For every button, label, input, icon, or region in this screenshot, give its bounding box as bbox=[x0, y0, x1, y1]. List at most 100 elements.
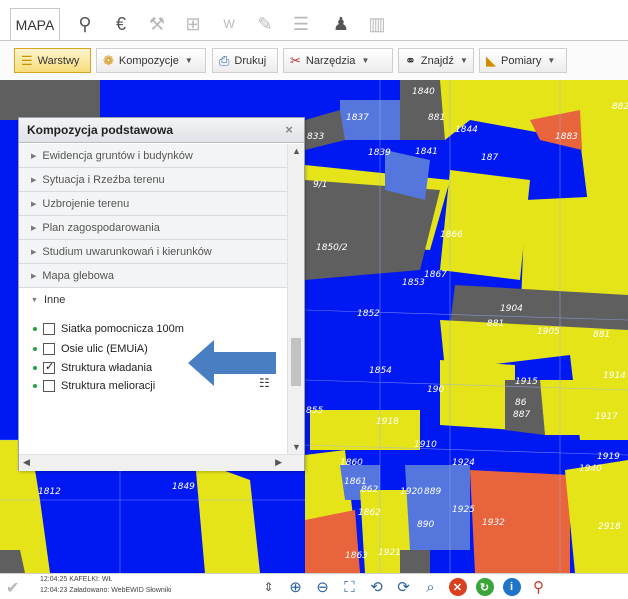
triangle-right-icon: ▶ bbox=[31, 248, 37, 256]
layer-group-uzbrojenie[interactable]: ▶ Uzbrojenie terenu bbox=[19, 192, 287, 216]
map-parcel bbox=[0, 80, 100, 120]
parcel-label: 1924 bbox=[452, 458, 475, 468]
layer-item-siatka[interactable]: Siatka pomocnicza 100m bbox=[33, 321, 184, 337]
chevron-down-icon: ▼ bbox=[459, 56, 468, 65]
scroll-up-icon[interactable]: ▲ bbox=[292, 146, 301, 156]
layer-group-label: Inne bbox=[43, 294, 66, 306]
measurements-button[interactable]: ◣ Pomiary ▼ bbox=[479, 48, 567, 73]
zoom-next-icon[interactable]: ⟳ bbox=[390, 576, 417, 598]
check-icon: ✔ bbox=[6, 580, 20, 597]
parcel-label: 1883 bbox=[555, 132, 578, 142]
form-edit-icon[interactable]: ✎ bbox=[248, 8, 282, 40]
parcel-label: 1917 bbox=[595, 412, 618, 422]
parcel-label: 1940 bbox=[579, 464, 602, 474]
parcel-label: 862 bbox=[361, 485, 379, 495]
layer-group-sytuacja[interactable]: ▶ Sytuacja i Rzeźba terenu bbox=[19, 168, 287, 192]
refresh-icon[interactable]: ↻ bbox=[471, 576, 498, 598]
compass-w-icon[interactable]: W bbox=[212, 8, 246, 40]
measurements-button-label: Pomiary bbox=[501, 54, 542, 67]
close-icon[interactable]: × bbox=[281, 122, 297, 138]
stop-icon[interactable]: ✕ bbox=[444, 576, 471, 598]
layer-group-inne[interactable]: ▼ Inne bbox=[19, 288, 287, 312]
scroll-left-icon[interactable]: ◀ bbox=[23, 457, 30, 468]
compositions-button-label: Kompozycje bbox=[118, 54, 179, 67]
layer-item-osie-ulic[interactable]: Osie ulic (EMUiA) bbox=[33, 341, 148, 357]
tools-button[interactable]: ✂ Narzędzia ▼ bbox=[283, 48, 393, 73]
zoom-selection-icon[interactable]: ⌕ bbox=[417, 576, 444, 598]
parcel-label: 1918 bbox=[376, 417, 399, 427]
compositions-button[interactable]: ❁ Kompozycje ▼ bbox=[96, 48, 206, 73]
parcel-label: 1849 bbox=[172, 482, 195, 492]
cart-icon[interactable]: ⊞ bbox=[176, 8, 210, 40]
layer-item-struktura-melioracji[interactable]: Struktura melioracji bbox=[33, 378, 155, 394]
parcel-label: 1905 bbox=[537, 327, 560, 337]
measure-point-icon[interactable]: ⚲ bbox=[525, 576, 552, 598]
zoom-in-icon[interactable]: ⊕ bbox=[282, 576, 309, 598]
layer-group-studium[interactable]: ▶ Studium uwarunkowań i kierunków bbox=[19, 240, 287, 264]
euro-icon[interactable]: € bbox=[104, 8, 138, 40]
user-icon[interactable]: ♟ bbox=[324, 8, 358, 40]
zoom-extent-icon[interactable]: ⛶ bbox=[336, 576, 363, 598]
tab-mapa[interactable]: MAPA bbox=[10, 8, 60, 40]
layer-label: Struktura władania bbox=[61, 362, 153, 374]
surveyor-icon[interactable]: ⚲ bbox=[68, 8, 102, 40]
layer-group-label: Uzbrojenie terenu bbox=[42, 197, 130, 210]
layer-checkbox-checked[interactable] bbox=[43, 360, 55, 374]
layer-checkbox[interactable] bbox=[43, 380, 55, 392]
parcel-label: 881 bbox=[428, 113, 446, 123]
scrollbar-thumb[interactable] bbox=[291, 338, 301, 386]
parcel-label: 890 bbox=[417, 520, 435, 530]
layer-checkbox[interactable] bbox=[43, 323, 55, 335]
layer-group-mapa-glebowa[interactable]: ▶ Mapa glebowa bbox=[19, 264, 287, 288]
layer-checkbox[interactable] bbox=[43, 343, 55, 355]
chevron-down-icon: ▼ bbox=[361, 56, 370, 65]
print-button-label: Drukuj bbox=[234, 54, 267, 67]
scroll-right-icon[interactable]: ▶ bbox=[275, 457, 282, 468]
layer-status-dot bbox=[33, 347, 37, 351]
print-button[interactable]: ⎙ Drukuj bbox=[212, 48, 278, 73]
parcel-label: 889 bbox=[424, 487, 442, 497]
panel-horizontal-scrollbar[interactable]: ◀ ▶ bbox=[19, 454, 304, 471]
parcel-label: 187 bbox=[481, 153, 499, 163]
chevron-down-icon: ▼ bbox=[184, 56, 193, 65]
layers-icon: ☰ bbox=[21, 52, 33, 68]
parcel-label: 1932 bbox=[482, 518, 505, 528]
parcel-label: 1844 bbox=[455, 125, 478, 135]
panel-header[interactable]: Kompozycja podstawowa × bbox=[19, 118, 304, 143]
layers-button[interactable]: ☰ Warstwy bbox=[14, 48, 91, 73]
palette-icon: ❁ bbox=[103, 52, 114, 68]
triangle-right-icon: ▶ bbox=[31, 152, 37, 160]
parcel-label: 887 bbox=[513, 410, 531, 420]
parcel-label: 1925 bbox=[452, 505, 475, 515]
layer-item-struktura-wladania[interactable]: Struktura władania bbox=[33, 360, 152, 376]
gavel-icon[interactable]: ⚒ bbox=[140, 8, 174, 40]
layer-group-ewidencja[interactable]: ▶ Ewidencja gruntów i budynków bbox=[19, 144, 287, 168]
triangle-right-icon: ▶ bbox=[31, 272, 37, 280]
triangle-down-icon: ▼ bbox=[31, 296, 38, 304]
map-parcel bbox=[305, 110, 345, 150]
document-list-icon[interactable]: ☰ bbox=[284, 8, 318, 40]
zoom-slider-arrows-icon[interactable]: ⇕ bbox=[255, 576, 282, 598]
annotation-arrow bbox=[188, 340, 276, 386]
parcel-label: 2918 bbox=[598, 522, 621, 532]
chevron-down-icon: ▼ bbox=[547, 56, 556, 65]
map-parcel bbox=[440, 170, 530, 280]
layer-group-plan[interactable]: ▶ Plan zagospodarowania bbox=[19, 216, 287, 240]
panel-vertical-scrollbar[interactable]: ▲ ▼ bbox=[287, 144, 304, 454]
buildings-icon[interactable]: ▥ bbox=[360, 8, 394, 40]
panel-title: Kompozycja podstawowa bbox=[27, 123, 174, 137]
scroll-down-icon[interactable]: ▼ bbox=[292, 442, 301, 452]
ruler-icon: ◣ bbox=[486, 52, 496, 68]
module-tab-bar: MAPA ⚲ € ⚒ ⊞ W ✎ ☰ ♟ ▥ bbox=[0, 0, 628, 40]
map-parcel bbox=[195, 460, 260, 573]
parcel-label: 1910 bbox=[414, 440, 437, 450]
info-icon[interactable]: i bbox=[498, 576, 525, 598]
composition-panel: Kompozycja podstawowa × ▶ Ewidencja grunt… bbox=[18, 117, 305, 471]
zoom-previous-icon[interactable]: ⟲ bbox=[363, 576, 390, 598]
parcel-label: 1921 bbox=[378, 548, 401, 558]
find-button-label: Znajdź bbox=[420, 54, 454, 67]
find-button[interactable]: ⚭ Znajdź ▼ bbox=[398, 48, 474, 73]
status-bar: ✔ 12:04:25 KAFELKI: WŁ 12:04:23 Załadowa… bbox=[0, 573, 628, 599]
parcel-label: 1867 bbox=[424, 270, 447, 280]
zoom-out-icon[interactable]: ⊖ bbox=[309, 576, 336, 598]
